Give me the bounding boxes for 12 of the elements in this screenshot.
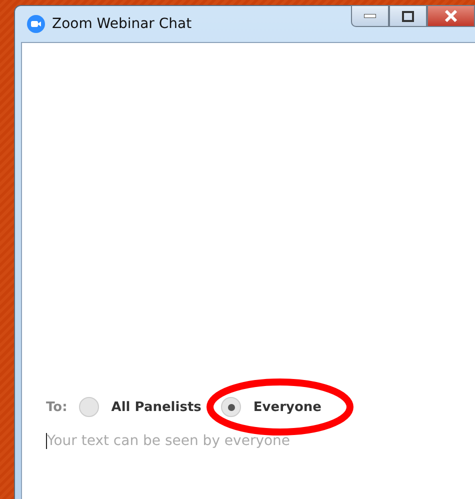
camera-icon (27, 15, 45, 33)
radio-button[interactable] (221, 397, 242, 417)
minimize-button[interactable] (351, 5, 389, 27)
maximize-button[interactable] (389, 5, 427, 27)
recipient-option[interactable]: All Panelists (79, 397, 202, 417)
close-button[interactable] (427, 5, 475, 27)
recipient-label: To: (46, 400, 68, 414)
minimize-icon (364, 14, 376, 18)
radio-button[interactable] (79, 397, 100, 417)
window-title: Zoom Webinar Chat (52, 16, 192, 32)
close-icon (444, 10, 458, 22)
maximize-icon (402, 10, 414, 22)
